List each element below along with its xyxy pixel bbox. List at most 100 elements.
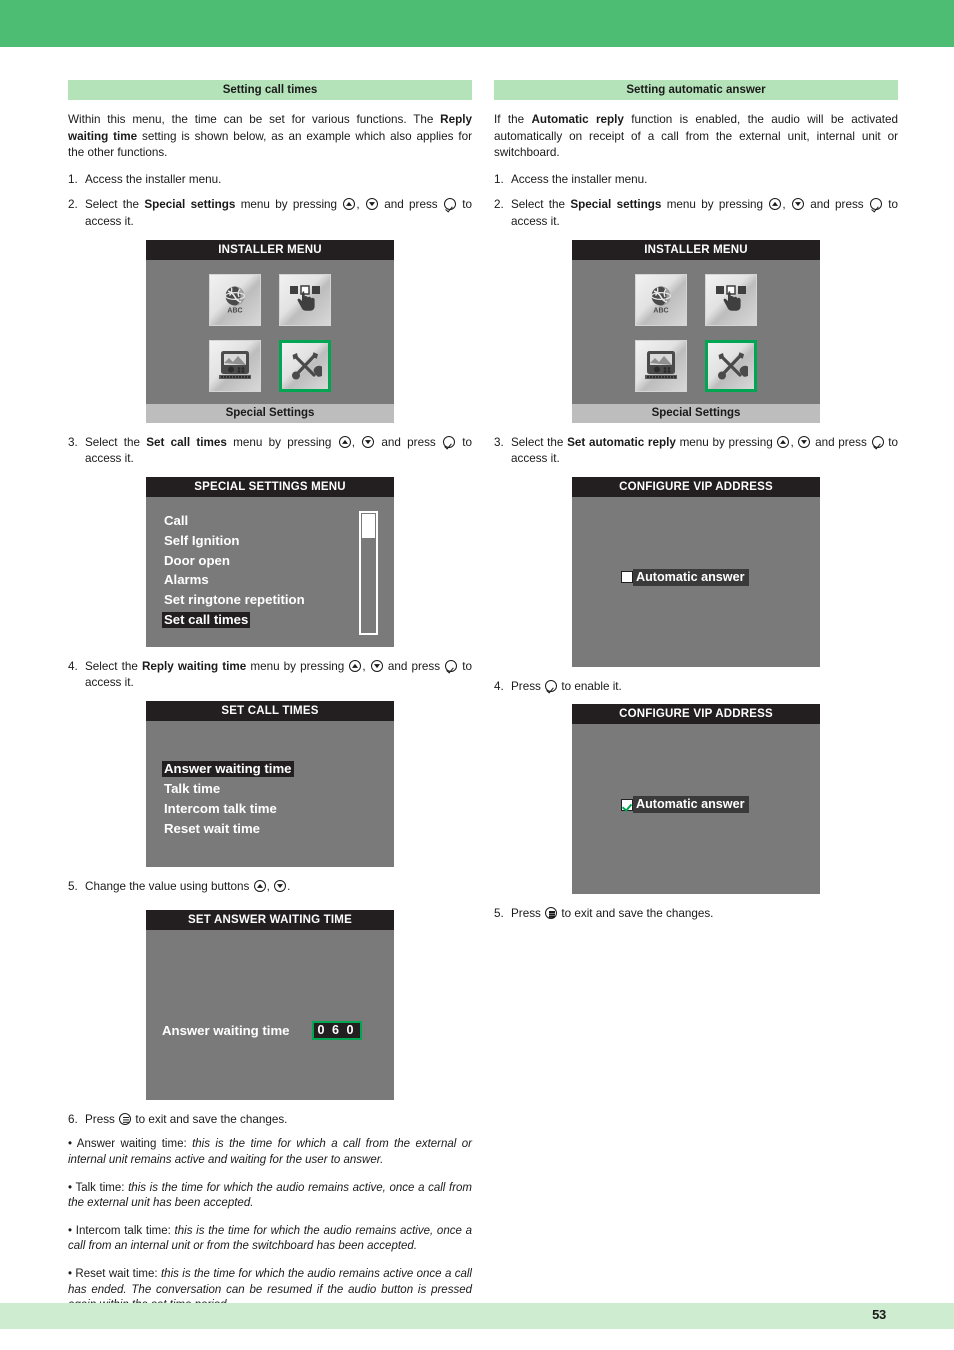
down-arrow-key-icon xyxy=(791,198,804,211)
left-installer-menu-title: INSTALLER MENU xyxy=(146,239,394,260)
language-globe-icon-tile[interactable]: ABC xyxy=(635,273,687,326)
note-term: • Answer waiting time: xyxy=(68,1138,193,1151)
right-step-4-text-a: Press xyxy=(511,679,545,693)
special-settings-menu-title: SPECIAL SETTINGS MENU xyxy=(146,476,394,497)
confirm-check-key-icon xyxy=(443,198,456,211)
right-step-4-text-b: to enable it. xyxy=(558,679,622,693)
automatic-answer-label: Automatic answer xyxy=(633,568,750,586)
tools-wrench-screwdriver-icon xyxy=(714,350,748,382)
right-step-3-text-c: , xyxy=(790,435,798,449)
left-step-1-number: 1. xyxy=(68,172,78,186)
menu-item-alarms: Alarms xyxy=(164,572,209,588)
down-arrow-key-icon xyxy=(798,435,811,448)
list-item[interactable]: Talk time xyxy=(162,779,394,799)
automatic-answer-checkbox[interactable] xyxy=(621,571,633,584)
up-arrow-key-icon xyxy=(253,880,266,893)
left-column: Setting call times Within this menu, the… xyxy=(68,80,472,1326)
page-top-green-band xyxy=(0,0,954,47)
left-steps-list-5: 6. Press to exit and save the changes. xyxy=(68,1112,472,1129)
confirm-check-key-icon xyxy=(871,435,884,448)
down-arrow-key-icon xyxy=(365,198,378,211)
automatic-answer-row[interactable]: Automatic answer xyxy=(621,796,750,814)
list-item[interactable]: Intercom talk time xyxy=(162,799,394,819)
hand-touch-buttons-icon-tile[interactable] xyxy=(705,273,757,326)
configure-vip-address-body: Automatic answer xyxy=(572,496,820,667)
left-section-title: Setting call times xyxy=(222,84,318,96)
indoor-monitor-icon xyxy=(642,349,680,383)
configure-vip-address-title: CONFIGURE VIP ADDRESS xyxy=(572,704,820,725)
hand-touch-buttons-icon xyxy=(287,283,323,317)
left-step-3-text-c: , xyxy=(351,435,362,449)
right-installer-menu-body: ABC xyxy=(572,259,820,404)
left-intro-part1: Within this menu, the time can be set fo… xyxy=(68,113,441,126)
automatic-answer-checkbox[interactable] xyxy=(621,798,633,811)
right-column: Setting automatic answer If the Automati… xyxy=(494,80,898,1326)
right-step-3-text-a: Select the xyxy=(511,435,568,449)
language-globe-icon: ABC xyxy=(218,283,252,317)
set-answer-waiting-time-body: Answer waiting time 0 6 0 xyxy=(146,929,394,1100)
set-answer-waiting-time-title: SET ANSWER WAITING TIME xyxy=(146,909,394,930)
set-call-times-title: SET CALL TIMES xyxy=(146,701,394,722)
configure-vip-address-body: Automatic answer xyxy=(572,724,820,895)
note-talk-time: • Talk time: this is the time for which … xyxy=(68,1181,472,1212)
document-page: Setting call times Within this menu, the… xyxy=(0,0,954,1350)
menu-item-set-ringtone-repetition: Set ringtone repetition xyxy=(164,592,305,608)
scrollbar-thumb[interactable] xyxy=(362,513,375,538)
tools-wrench-screwdriver-icon-tile[interactable] xyxy=(705,339,757,392)
left-step-4-number: 4. xyxy=(68,659,78,673)
menu-item-self-ignition: Self Ignition xyxy=(164,532,240,548)
left-step-3-text-a: Select the xyxy=(85,435,147,449)
note-desc: this is the time for which the audio rem… xyxy=(68,1181,472,1210)
left-steps-list-2: 3. Select the Set call times menu by pres… xyxy=(68,435,472,468)
right-step-2-bold: Special settings xyxy=(570,198,662,212)
left-step-4-text-a: Select the xyxy=(85,659,142,673)
confirm-check-key-icon xyxy=(545,679,558,692)
indoor-monitor-icon-tile[interactable] xyxy=(209,339,261,392)
left-section-banner: Setting call times xyxy=(68,80,472,100)
note-term: • Reset wait time: xyxy=(68,1268,161,1281)
page-bottom-green-band xyxy=(0,1303,954,1329)
list-item[interactable]: Reset wait time xyxy=(162,819,394,839)
right-step-2-text-a: Select the xyxy=(511,198,571,212)
left-step-4-text-d: and press xyxy=(383,659,445,673)
right-intro-part1: If the xyxy=(494,113,532,126)
right-step-5-text-b: to exit and save the changes. xyxy=(558,907,714,921)
right-step-2: 2. Select the Special settings menu by pr… xyxy=(494,197,898,230)
automatic-answer-row[interactable]: Automatic answer xyxy=(621,568,750,586)
left-step-5-number: 5. xyxy=(68,880,78,894)
list-item[interactable]: Answer waiting time xyxy=(162,759,394,779)
answer-waiting-time-row[interactable]: Answer waiting time 0 6 0 xyxy=(162,1020,362,1040)
right-step-3-bold: Set automatic reply xyxy=(567,435,676,449)
down-arrow-key-icon xyxy=(370,659,383,672)
tools-wrench-screwdriver-icon xyxy=(288,350,322,382)
right-section-banner: Setting automatic answer xyxy=(494,80,898,100)
language-globe-icon-tile[interactable]: ABC xyxy=(209,273,261,326)
left-step-6-number: 6. xyxy=(68,1112,78,1126)
page-number: 53 xyxy=(872,1307,886,1322)
confirm-check-key-icon xyxy=(443,435,456,448)
down-arrow-key-icon xyxy=(274,880,287,893)
left-step-3-text-b: menu by pressing xyxy=(226,435,338,449)
left-step-3-bold: Set call times xyxy=(146,435,227,449)
up-arrow-key-icon xyxy=(338,435,351,448)
right-step-2-text-d: and press xyxy=(804,198,869,212)
note-answer-waiting-time: • Answer waiting time: this is the time … xyxy=(68,1137,472,1168)
svg-text:ABC: ABC xyxy=(227,307,242,314)
left-installer-menu-body: ABC xyxy=(146,259,394,404)
right-step-1: 1. Access the installer menu. xyxy=(494,172,898,189)
left-step-2-text-c: , xyxy=(356,198,365,212)
indoor-monitor-icon-tile[interactable] xyxy=(635,339,687,392)
left-step-1-text: Access the installer menu. xyxy=(85,172,222,186)
right-steps-list-3: 4. Press to enable it. xyxy=(494,679,898,696)
left-installer-icon-grid: ABC xyxy=(146,260,394,404)
note-intercom-talk-time: • Intercom talk time: this is the time f… xyxy=(68,1224,472,1255)
menu-exit-key-icon xyxy=(545,907,558,920)
two-column-content: Setting call times Within this menu, the… xyxy=(0,80,954,1326)
answer-waiting-time-value[interactable]: 0 6 0 xyxy=(311,1020,362,1040)
set-answer-waiting-time-screen: SET ANSWER WAITING TIME Answer waiting t… xyxy=(146,909,394,1100)
hand-touch-buttons-icon-tile[interactable] xyxy=(279,273,331,326)
scrollbar[interactable] xyxy=(359,510,378,635)
svg-text:ABC: ABC xyxy=(653,307,668,314)
left-step-4: 4. Select the Reply waiting time menu by … xyxy=(68,659,472,692)
tools-wrench-screwdriver-icon-tile[interactable] xyxy=(279,339,331,392)
